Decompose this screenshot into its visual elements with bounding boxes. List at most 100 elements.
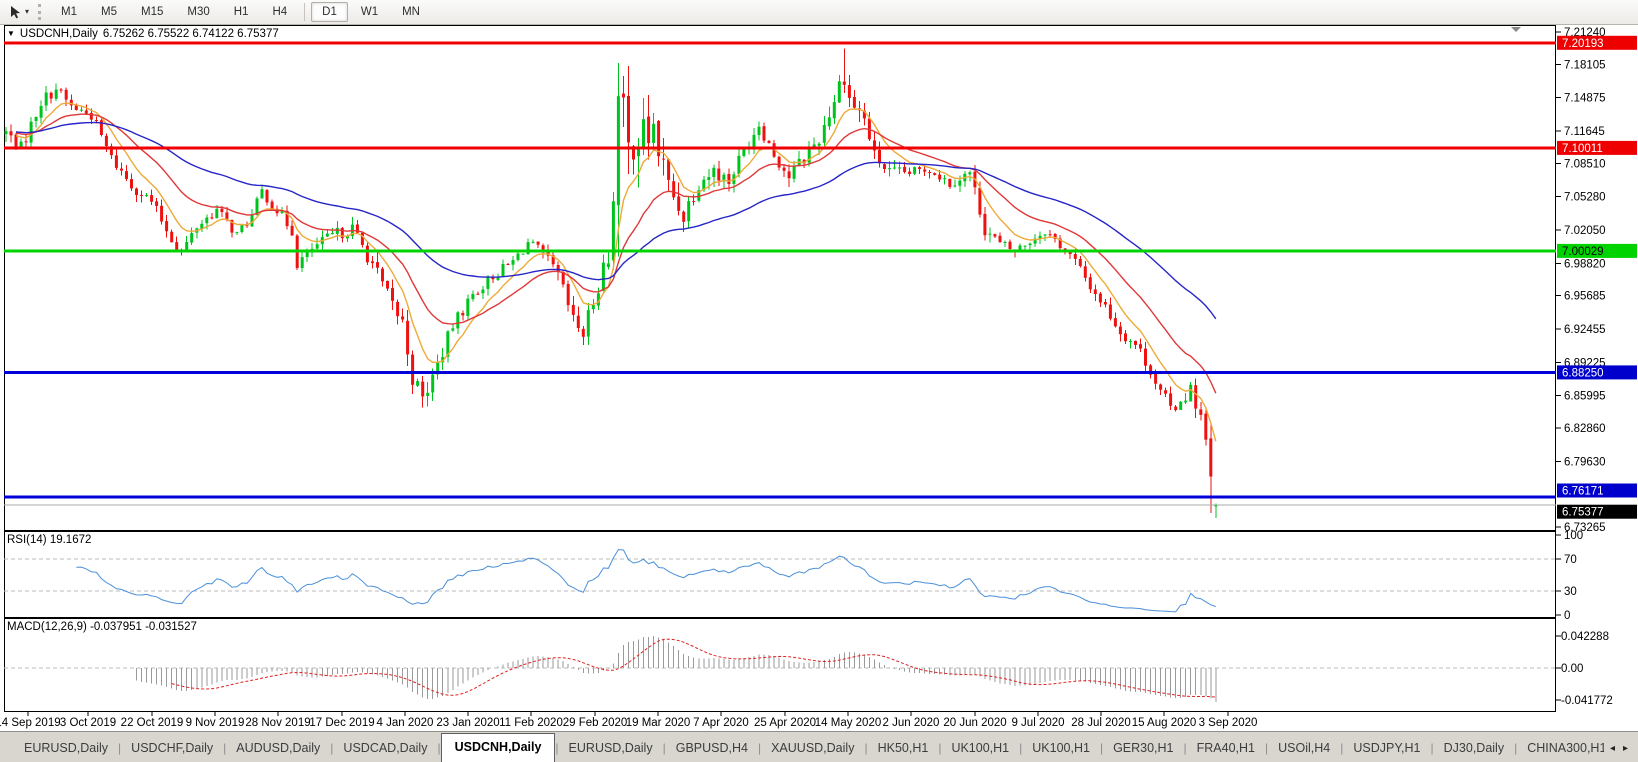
candle-body bbox=[1204, 414, 1207, 440]
candle-body bbox=[411, 355, 414, 385]
date-axis-label: 14 Sep 2019 bbox=[0, 717, 61, 729]
rsi-line bbox=[76, 550, 1216, 612]
timeframe-button-m30[interactable]: M30 bbox=[176, 2, 220, 22]
timeframe-button-d1[interactable]: D1 bbox=[311, 2, 348, 22]
candle-body bbox=[426, 393, 429, 396]
rsi-indicator-label: RSI(14) 19.1672 bbox=[7, 534, 91, 546]
chart-tab-uk100-h1[interactable]: UK100,H1 bbox=[941, 735, 1019, 762]
candle-body bbox=[512, 260, 515, 265]
candle-body bbox=[145, 195, 148, 196]
candle-body bbox=[55, 90, 58, 99]
chart-tab-fra40-h1[interactable]: FRA40,H1 bbox=[1187, 735, 1265, 762]
chart-tab-usoil-h4[interactable]: USOil,H4 bbox=[1268, 735, 1340, 762]
candle-body bbox=[10, 131, 13, 135]
candle-body bbox=[507, 264, 510, 265]
candle-body bbox=[165, 221, 168, 231]
candle-body bbox=[532, 242, 535, 243]
chart-tab-uk100-h1[interactable]: UK100,H1 bbox=[1022, 735, 1100, 762]
price-axis-label: 6.92455 bbox=[1564, 324, 1606, 336]
chart-tab-eurusd-daily[interactable]: EURUSD,Daily bbox=[14, 735, 118, 762]
candle-body bbox=[1144, 349, 1147, 366]
macd-axis-label: 0.00 bbox=[1561, 663, 1583, 675]
collapse-arrow-icon[interactable]: ▼ bbox=[7, 30, 15, 38]
cursor-tool-button[interactable]: ▾ bbox=[5, 3, 32, 22]
candle-body bbox=[120, 169, 123, 171]
candle-body bbox=[1044, 235, 1047, 236]
moving-average-55[interactable] bbox=[16, 123, 1216, 319]
candle-body bbox=[582, 329, 585, 337]
candle-body bbox=[155, 201, 158, 206]
candle-body bbox=[266, 190, 269, 202]
timeframe-button-mn[interactable]: MN bbox=[391, 2, 431, 22]
candle-body bbox=[476, 294, 479, 295]
timeframe-button-w1[interactable]: W1 bbox=[350, 2, 389, 22]
price-axis-label: 6.82860 bbox=[1564, 423, 1606, 435]
toolbar-grip[interactable] bbox=[38, 4, 41, 20]
candle-body bbox=[1084, 266, 1087, 278]
candle-body bbox=[717, 169, 720, 181]
chart-tab-dj30-daily[interactable]: DJ30,Daily bbox=[1434, 735, 1514, 762]
chart-tab-bar: EURUSD,Daily|USDCHF,Daily|AUDUSD,Daily|U… bbox=[0, 731, 1638, 762]
candle-body bbox=[45, 93, 48, 106]
chart-tab-usdjpy-h1[interactable]: USDJPY,H1 bbox=[1343, 735, 1430, 762]
candle-body bbox=[983, 214, 986, 235]
timeframe-button-h1[interactable]: H1 bbox=[223, 2, 260, 22]
candle-body bbox=[421, 382, 424, 397]
tab-scroll-right-icon[interactable]: ▸ bbox=[1623, 743, 1628, 754]
candle-body bbox=[662, 159, 665, 160]
candle-body bbox=[768, 141, 771, 143]
candle-body bbox=[386, 281, 389, 289]
candle-body bbox=[215, 209, 218, 218]
candle-body bbox=[431, 375, 434, 393]
candle-body bbox=[5, 131, 8, 134]
candle-body bbox=[933, 173, 936, 175]
chart-tab-gbpusd-h4[interactable]: GBPUSD,H4 bbox=[666, 735, 758, 762]
date-axis-label: 28 Nov 2019 bbox=[245, 717, 310, 729]
chart-tab-ger30-h1[interactable]: GER30,H1 bbox=[1103, 735, 1183, 762]
dropdown-caret-icon: ▾ bbox=[25, 8, 29, 16]
price-badge-value: 6.76171 bbox=[1562, 486, 1604, 498]
chart-tab-xauusd-daily[interactable]: XAUUSD,Daily bbox=[761, 735, 864, 762]
timeframe-button-h4[interactable]: H4 bbox=[261, 2, 298, 22]
chart-tab-eurusd-daily[interactable]: EURUSD,Daily bbox=[559, 735, 663, 762]
date-axis-label: 3 Oct 2019 bbox=[60, 717, 116, 729]
timeframe-button-m1[interactable]: M1 bbox=[50, 2, 88, 22]
candle-body bbox=[35, 117, 38, 121]
chart-tab-usdchf-daily[interactable]: USDCHF,Daily bbox=[121, 735, 223, 762]
chart-tab-audusd-daily[interactable]: AUDUSD,Daily bbox=[226, 735, 330, 762]
candle-body bbox=[210, 217, 213, 218]
candle-body bbox=[205, 218, 208, 224]
price-axis-label: 6.95685 bbox=[1564, 291, 1606, 303]
candle-body bbox=[396, 302, 399, 316]
candle-body bbox=[1049, 234, 1052, 235]
price-badge-value: 7.20193 bbox=[1562, 38, 1604, 50]
chart-canvas[interactable]: 7.212407.181057.148757.116457.085107.052… bbox=[0, 25, 1638, 731]
candle-body bbox=[1154, 374, 1157, 384]
candle-body bbox=[481, 290, 484, 294]
price-axis-label: 7.11645 bbox=[1564, 126, 1605, 138]
candle-body bbox=[988, 234, 991, 235]
candle-body bbox=[537, 242, 540, 245]
chart-tab-usdcad-daily[interactable]: USDCAD,Daily bbox=[333, 735, 437, 762]
candle-body bbox=[958, 181, 961, 186]
candle-body bbox=[1194, 385, 1197, 408]
candle-body bbox=[572, 305, 575, 315]
chart-tab-china300-h1[interactable]: CHINA300,H1 bbox=[1517, 735, 1604, 762]
candle-body bbox=[928, 172, 931, 173]
candle-body bbox=[502, 264, 505, 276]
date-axis-label: 28 Jul 2020 bbox=[1071, 717, 1130, 729]
timeframe-button-m5[interactable]: M5 bbox=[90, 2, 128, 22]
candle-body bbox=[170, 232, 173, 243]
price-badge-value: 7.00029 bbox=[1562, 246, 1604, 258]
date-axis-label: 23 Jan 2020 bbox=[436, 717, 499, 729]
chart-shift-marker[interactable] bbox=[1511, 27, 1521, 32]
chart-tab-usdcnh-daily[interactable]: USDCNH,Daily bbox=[441, 733, 556, 762]
timeframe-button-m15[interactable]: M15 bbox=[130, 2, 174, 22]
chart-tab-hk50-h1[interactable]: HK50,H1 bbox=[868, 735, 939, 762]
price-axis-label: 7.14875 bbox=[1564, 93, 1606, 105]
candle-body bbox=[401, 316, 404, 319]
price-badge-value: 6.88250 bbox=[1562, 367, 1604, 379]
candle-body bbox=[843, 82, 846, 85]
candle-body bbox=[823, 125, 826, 143]
tab-scroll-left-icon[interactable]: ◂ bbox=[1610, 743, 1615, 754]
